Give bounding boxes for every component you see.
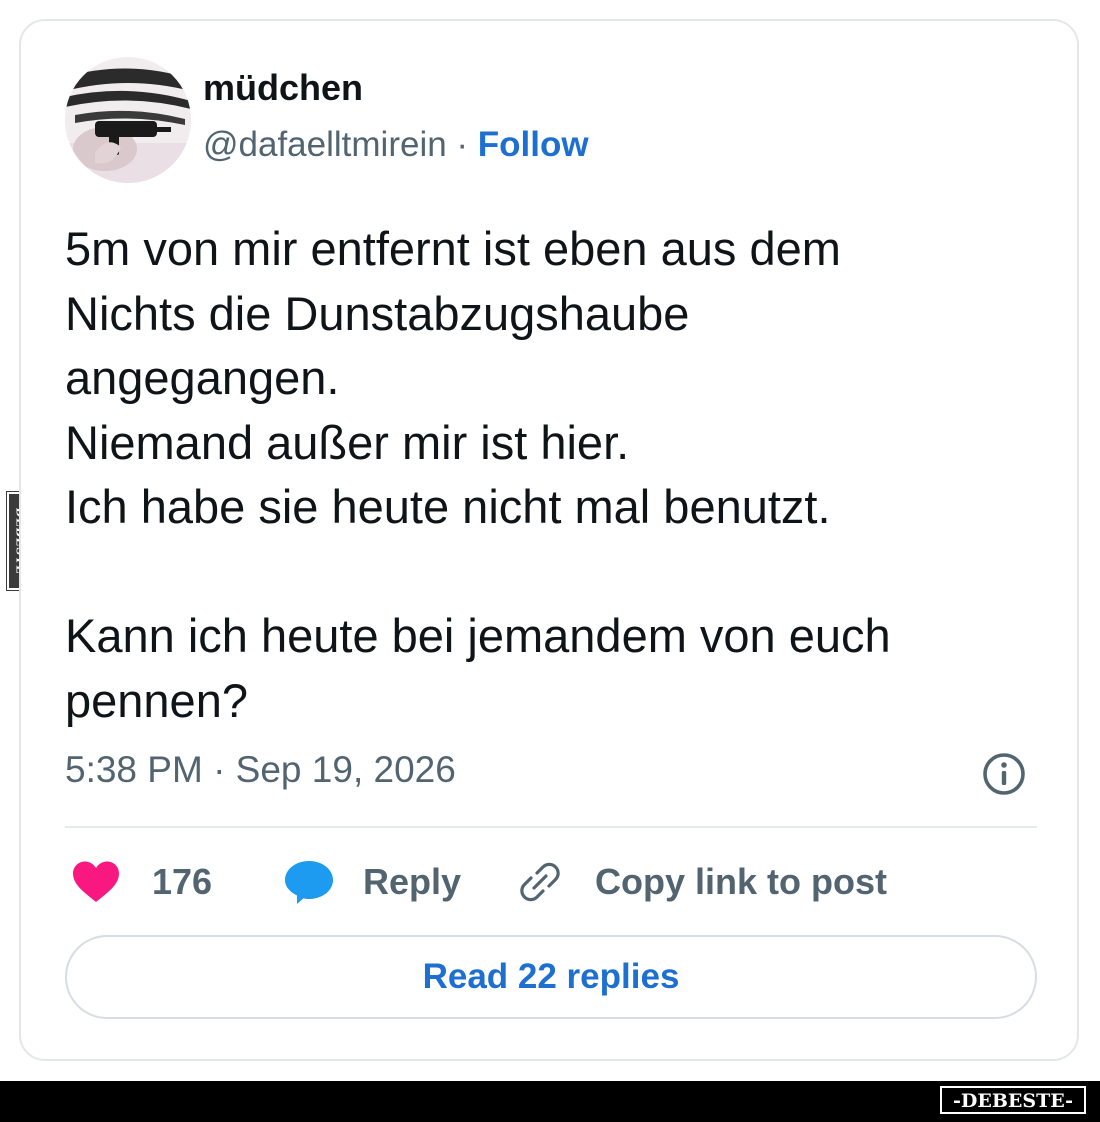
copy-link-label: Copy link to post: [595, 861, 887, 902]
footer-watermark-logo: -DEBESTE-: [940, 1086, 1086, 1114]
info-button[interactable]: [981, 751, 1027, 797]
svg-text:-DEBESTE-: -DEBESTE-: [953, 1090, 1073, 1112]
info-icon: [983, 753, 1025, 795]
timestamp[interactable]: 5:38 PM · Sep 19, 2026: [65, 749, 456, 791]
author-name[interactable]: müdchen: [203, 67, 363, 109]
heart-icon: [73, 861, 119, 902]
like-button[interactable]: 176: [71, 857, 212, 907]
author-handle[interactable]: @dafaelltmirein: [203, 125, 447, 164]
link-icon: [520, 862, 560, 902]
page: DEBESTE müdchen @dafaelltmirein · Follow…: [0, 0, 1100, 1122]
tweet-text: 5m von mir entfernt ist eben aus dem Nic…: [65, 222, 891, 727]
handle-row: @dafaelltmirein · Follow: [203, 125, 589, 165]
speech-bubble-icon: [285, 861, 333, 904]
reply-button[interactable]: Reply: [283, 857, 461, 907]
avatar[interactable]: [65, 57, 191, 183]
like-count: 176: [152, 861, 213, 902]
avatar-image: [65, 57, 191, 183]
read-replies-button[interactable]: Read 22 replies: [65, 935, 1037, 1019]
reply-label: Reply: [363, 861, 462, 902]
footer-bar: -DEBESTE-: [0, 1081, 1100, 1122]
tweet-card: müdchen @dafaelltmirein · Follow 5m von …: [19, 19, 1079, 1061]
handle-separator: ·: [446, 125, 478, 164]
follow-button[interactable]: Follow: [478, 125, 589, 164]
copy-link-button[interactable]: Copy link to post: [517, 857, 887, 907]
divider: [65, 826, 1037, 828]
